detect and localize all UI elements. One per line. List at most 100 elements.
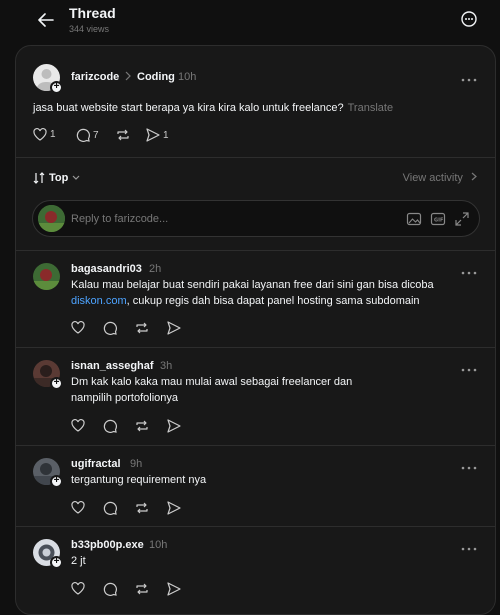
heart-icon	[33, 128, 47, 141]
current-user-avatar	[38, 205, 65, 232]
comment-text-before: Kalau mau belajar buat sendiri pakai lay…	[71, 279, 434, 291]
comment-icon	[103, 321, 117, 335]
sort-dropdown[interactable]: Top	[33, 172, 81, 184]
chevron-right-icon	[471, 172, 477, 181]
comment-username[interactable]: ugifractal	[71, 458, 121, 470]
comment-icon	[103, 501, 117, 515]
like-button[interactable]	[71, 419, 85, 432]
original-post: + farizcode Coding 10h jasa buat website…	[16, 46, 495, 158]
comment-item: + isnan_asseghaf 3h Dm kak kalo kaka mau…	[16, 347, 495, 444]
breadcrumb-separator-icon	[124, 71, 132, 84]
comment-time: 3h	[160, 360, 173, 372]
comment-button[interactable]: 7	[76, 128, 99, 142]
heart-icon	[71, 321, 85, 334]
avatar[interactable]	[33, 263, 60, 290]
reply-box: GIF	[32, 200, 480, 237]
comment-more-icon[interactable]	[461, 266, 477, 276]
like-button[interactable]	[71, 582, 85, 595]
sort-icon	[33, 172, 45, 184]
chevron-down-icon	[72, 175, 80, 180]
back-arrow-icon[interactable]	[36, 10, 56, 30]
sort-label: Top	[49, 172, 69, 184]
comment-icon	[103, 419, 117, 433]
follow-plus-icon[interactable]: +	[50, 475, 63, 488]
comment-button[interactable]	[103, 582, 117, 596]
repost-button[interactable]	[116, 128, 130, 142]
send-icon	[146, 128, 160, 142]
repost-button[interactable]	[135, 582, 149, 596]
translate-link[interactable]: Translate	[348, 102, 393, 114]
send-icon	[167, 582, 181, 596]
view-activity-link[interactable]: View activity	[403, 172, 478, 184]
comment-more-icon[interactable]	[461, 542, 477, 552]
comment-time: 10h	[149, 539, 168, 551]
repost-button[interactable]	[135, 501, 149, 515]
share-button[interactable]	[167, 501, 181, 515]
follow-plus-icon[interactable]: +	[50, 377, 63, 390]
comment-text: 2 jt	[71, 555, 86, 567]
heart-icon	[71, 501, 85, 514]
comment-button[interactable]	[103, 321, 117, 335]
comment-link[interactable]: diskon.com	[71, 295, 127, 307]
like-button[interactable]: 1	[33, 128, 56, 141]
send-icon	[167, 419, 181, 433]
comment-more-icon[interactable]	[461, 363, 477, 373]
post-more-icon[interactable]	[461, 73, 477, 83]
comment-text: tergantung requirement nya	[71, 474, 207, 486]
comment-username[interactable]: isnan_asseghaf	[71, 360, 154, 372]
heart-icon	[71, 582, 85, 595]
repost-icon	[117, 129, 129, 141]
like-button[interactable]	[71, 321, 85, 334]
repost-icon	[136, 420, 148, 432]
comment-username[interactable]: bagasandri03	[71, 263, 142, 275]
share-count: 1	[163, 129, 169, 141]
share-button[interactable]	[167, 419, 181, 433]
post-text-line: jasa buat website start berapa ya kira k…	[33, 100, 393, 116]
comment-count: 7	[93, 129, 99, 141]
more-options-icon[interactable]	[460, 10, 478, 28]
comment-username[interactable]: b33pb00p.exe	[71, 539, 144, 551]
repost-icon	[136, 322, 148, 334]
repost-button[interactable]	[135, 419, 149, 433]
reply-input[interactable]	[71, 210, 371, 228]
comment-item: + ugifractal 9h tergantung requirement n…	[16, 445, 495, 525]
top-bar: Thread 344 views	[0, 0, 500, 44]
comment-icon	[76, 128, 90, 142]
heart-icon	[71, 419, 85, 432]
share-button[interactable]	[167, 582, 181, 596]
sort-bar: Top View activity	[16, 158, 495, 198]
comment-icon	[103, 582, 117, 596]
page-title: Thread	[69, 5, 116, 21]
expand-icon[interactable]	[454, 211, 471, 228]
repost-icon	[136, 502, 148, 514]
comment-text: Kalau mau belajar buat sendiri pakai lay…	[71, 277, 471, 309]
comment-item: + b33pb00p.exe 10h 2 jt	[16, 526, 495, 614]
thread-card: + farizcode Coding 10h jasa buat website…	[15, 45, 496, 615]
follow-plus-icon[interactable]: +	[50, 556, 63, 569]
follow-plus-icon[interactable]: +	[50, 81, 63, 94]
repost-icon	[136, 583, 148, 595]
post-text: jasa buat website start berapa ya kira k…	[33, 102, 344, 114]
comment-button[interactable]	[103, 419, 117, 433]
share-button[interactable]: 1	[146, 128, 169, 142]
like-button[interactable]	[71, 501, 85, 514]
comment-text: Dm kak kalo kaka mau mulai awal sebagai …	[71, 376, 353, 404]
comment-time: 2h	[149, 263, 162, 275]
view-count: 344 views	[69, 24, 110, 34]
share-button[interactable]	[167, 321, 181, 335]
like-count: 1	[50, 129, 56, 140]
post-username[interactable]: farizcode	[71, 71, 119, 83]
image-icon[interactable]	[406, 211, 423, 228]
post-time: 10h	[178, 71, 197, 83]
comment-more-icon[interactable]	[461, 461, 477, 471]
send-icon	[167, 321, 181, 335]
comment-button[interactable]	[103, 501, 117, 515]
svg-text:GIF: GIF	[434, 218, 443, 224]
view-activity-label: View activity	[402, 172, 463, 184]
send-icon	[167, 501, 181, 515]
repost-button[interactable]	[135, 321, 149, 335]
topic-tag[interactable]: Coding	[137, 71, 175, 83]
comment-time: 9h	[130, 458, 143, 470]
comment-text-after: , cukup regis dah bisa dapat panel hosti…	[126, 295, 420, 307]
gif-icon[interactable]: GIF	[430, 211, 447, 228]
